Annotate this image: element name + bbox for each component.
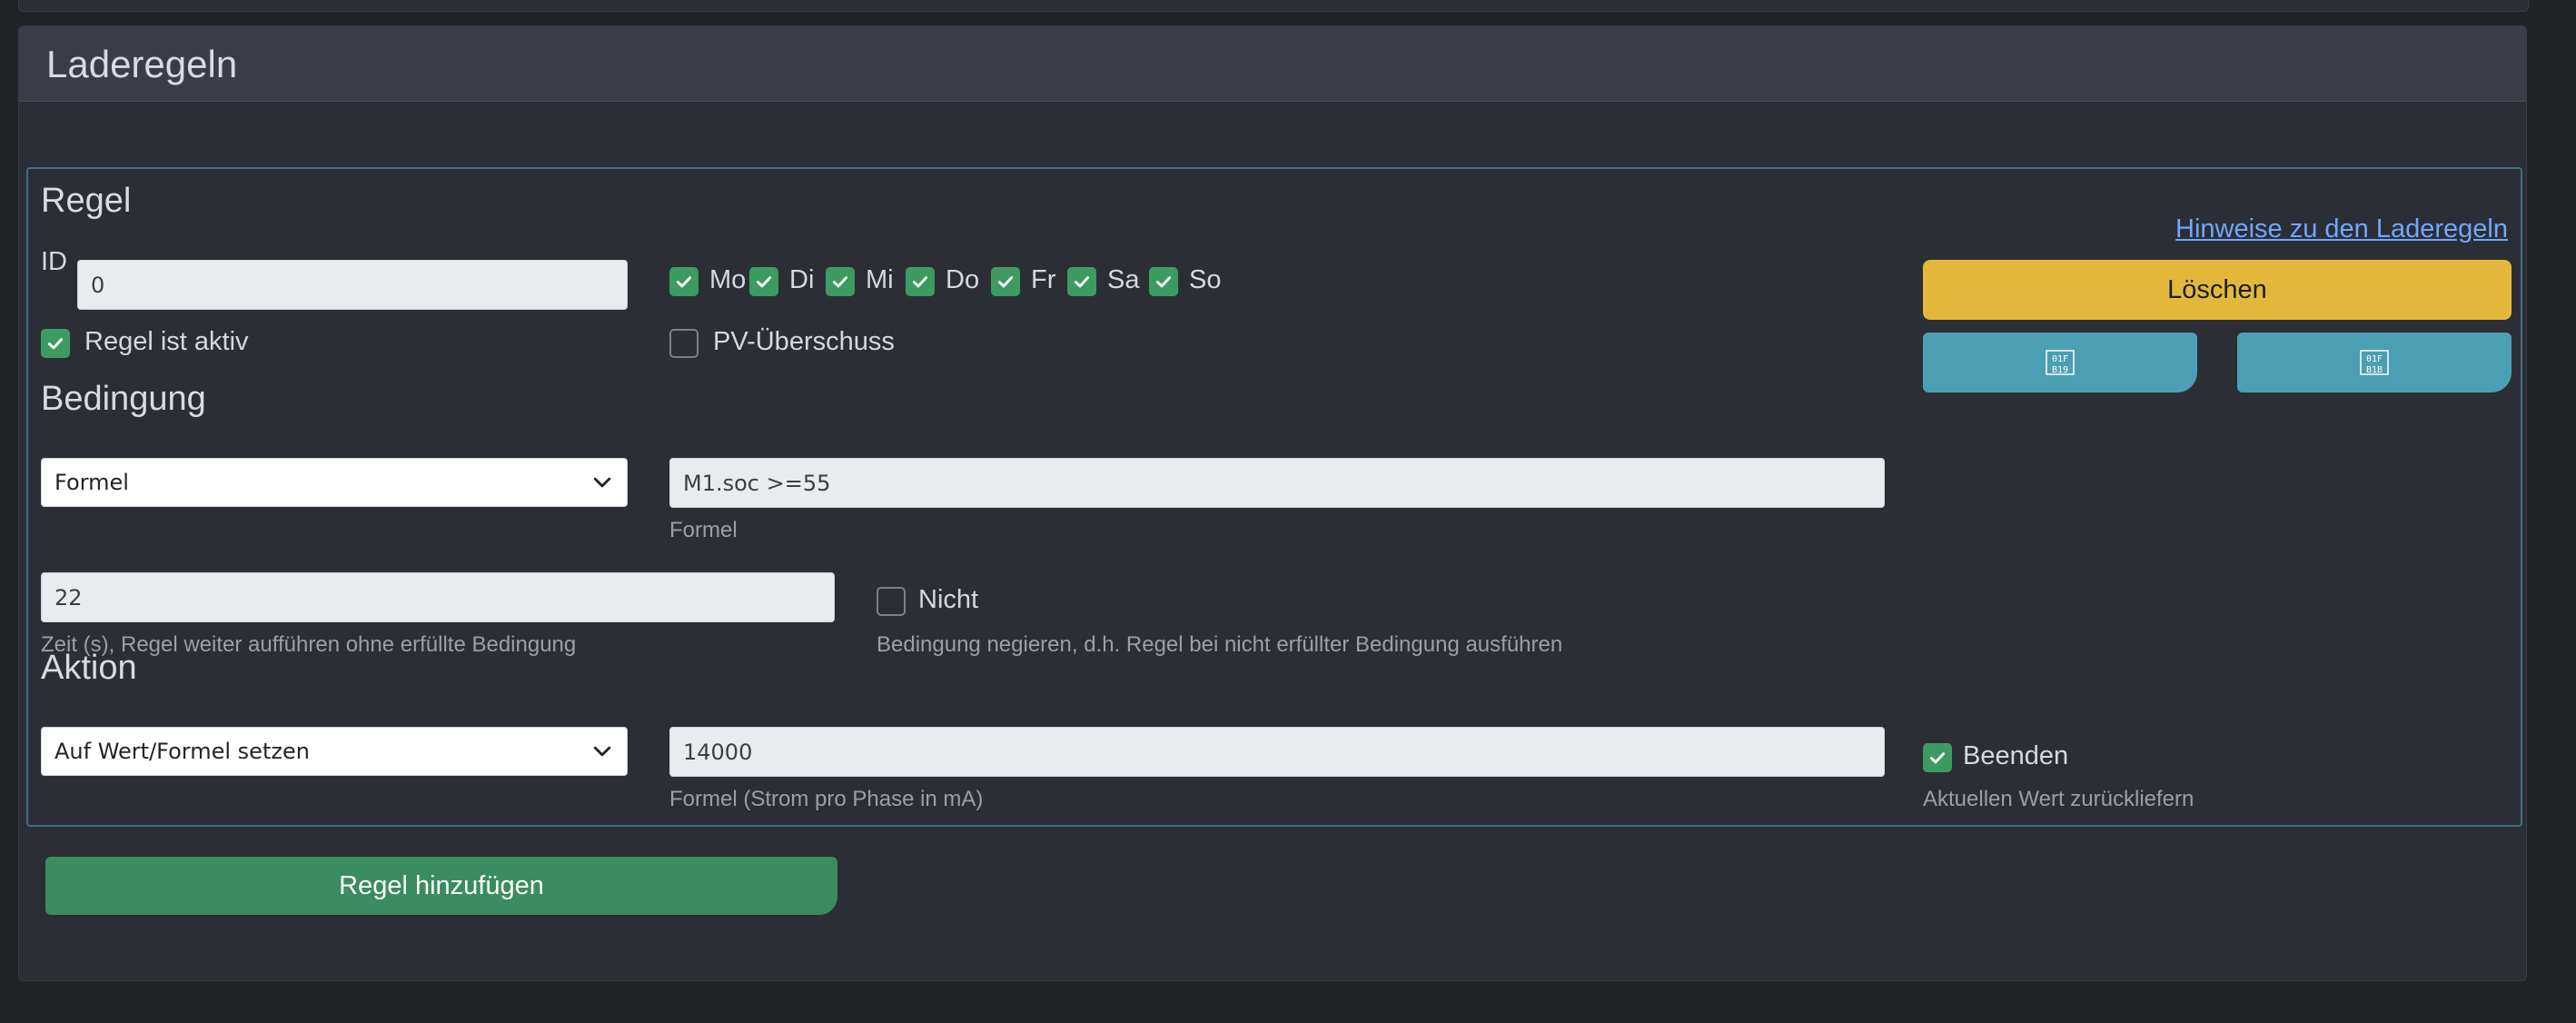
action-end-help: Aktuellen Wert zurückliefern <box>1923 787 2195 811</box>
import-button[interactable]: 01F B1B <box>2237 333 2512 392</box>
rule-panel: Regel Hinweise zu den Laderegeln ID 0 Mo… <box>26 167 2522 827</box>
check-icon <box>997 276 1014 288</box>
export-button[interactable]: 01F B19 <box>1923 333 2197 392</box>
pv-surplus-label: PV-Überschuss <box>713 327 895 356</box>
delete-button[interactable]: Löschen <box>1923 260 2512 320</box>
check-icon <box>756 276 772 288</box>
condition-formula-help: Formel <box>669 518 738 542</box>
action-formula-input[interactable]: 14000 <box>669 727 1885 777</box>
weekday-checkbox-fr[interactable] <box>991 267 1020 296</box>
check-icon <box>1155 276 1172 288</box>
check-icon <box>832 276 848 288</box>
weekday-checkbox-do[interactable] <box>906 267 935 296</box>
condition-heading: Bedingung <box>41 380 206 418</box>
condition-type-value: Formel <box>54 470 129 495</box>
chevron-down-icon <box>593 746 611 757</box>
rule-heading: Regel <box>41 182 132 220</box>
action-end-label: Beenden <box>1963 741 2069 770</box>
id-input[interactable]: 0 <box>77 260 628 310</box>
check-icon <box>1929 752 1946 764</box>
weekday-label: Do <box>946 265 980 294</box>
add-rule-button[interactable]: Regel hinzufügen <box>45 857 837 915</box>
weekday-checkbox-di[interactable] <box>749 267 778 296</box>
laderegeln-card: Laderegeln Regel Hinweise zu den Ladereg… <box>18 25 2527 981</box>
condition-not-help: Bedingung negieren, d.h. Regel bei nicht… <box>877 632 1563 657</box>
svg-text:01F: 01F <box>2052 354 2068 364</box>
condition-not-checkbox[interactable] <box>877 587 906 616</box>
weekday-label: Sa <box>1107 265 1140 294</box>
check-icon <box>676 276 692 288</box>
qr-binary-icon: 01F B1B <box>2360 350 2389 375</box>
check-icon <box>1074 276 1090 288</box>
weekday-label: So <box>1189 265 1222 294</box>
qr-binary-icon: 01F B19 <box>2046 350 2075 375</box>
svg-text:B19: B19 <box>2052 365 2068 375</box>
check-icon <box>912 276 928 288</box>
previous-card-edge <box>18 0 2529 12</box>
svg-text:B1B: B1B <box>2366 365 2383 375</box>
action-end-checkbox[interactable] <box>1923 743 1952 772</box>
svg-text:01F: 01F <box>2366 354 2383 364</box>
condition-time-input[interactable]: 22 <box>41 572 835 622</box>
id-label: ID <box>41 247 67 276</box>
action-type-select[interactable]: Auf Wert/Formel setzen <box>41 727 628 776</box>
weekday-checkbox-sa[interactable] <box>1067 267 1096 296</box>
check-icon <box>47 338 64 350</box>
weekday-label: Fr <box>1031 265 1056 294</box>
chevron-down-icon <box>593 477 611 488</box>
weekday-label: Di <box>789 265 815 294</box>
action-heading: Aktion <box>41 649 137 687</box>
rule-active-label: Regel ist aktiv <box>84 327 249 356</box>
weekday-checkbox-mi[interactable] <box>826 267 855 296</box>
action-formula-help: Formel (Strom pro Phase in mA) <box>669 787 984 811</box>
weekday-label: Mi <box>866 265 894 294</box>
help-link[interactable]: Hinweise zu den Laderegeln <box>2175 214 2508 244</box>
condition-not-label: Nicht <box>918 585 979 614</box>
card-title: Laderegeln <box>46 43 238 85</box>
weekday-checkbox-so[interactable] <box>1149 267 1178 296</box>
condition-formula-input[interactable]: M1.soc >=55 <box>669 458 1885 508</box>
rule-active-checkbox[interactable] <box>41 329 70 358</box>
pv-surplus-checkbox[interactable] <box>669 329 698 358</box>
card-header: Laderegeln <box>19 26 2526 102</box>
weekday-checkbox-mo[interactable] <box>669 267 698 296</box>
action-type-value: Auf Wert/Formel setzen <box>54 739 310 764</box>
weekday-label: Mo <box>709 265 747 294</box>
condition-type-select[interactable]: Formel <box>41 458 628 507</box>
